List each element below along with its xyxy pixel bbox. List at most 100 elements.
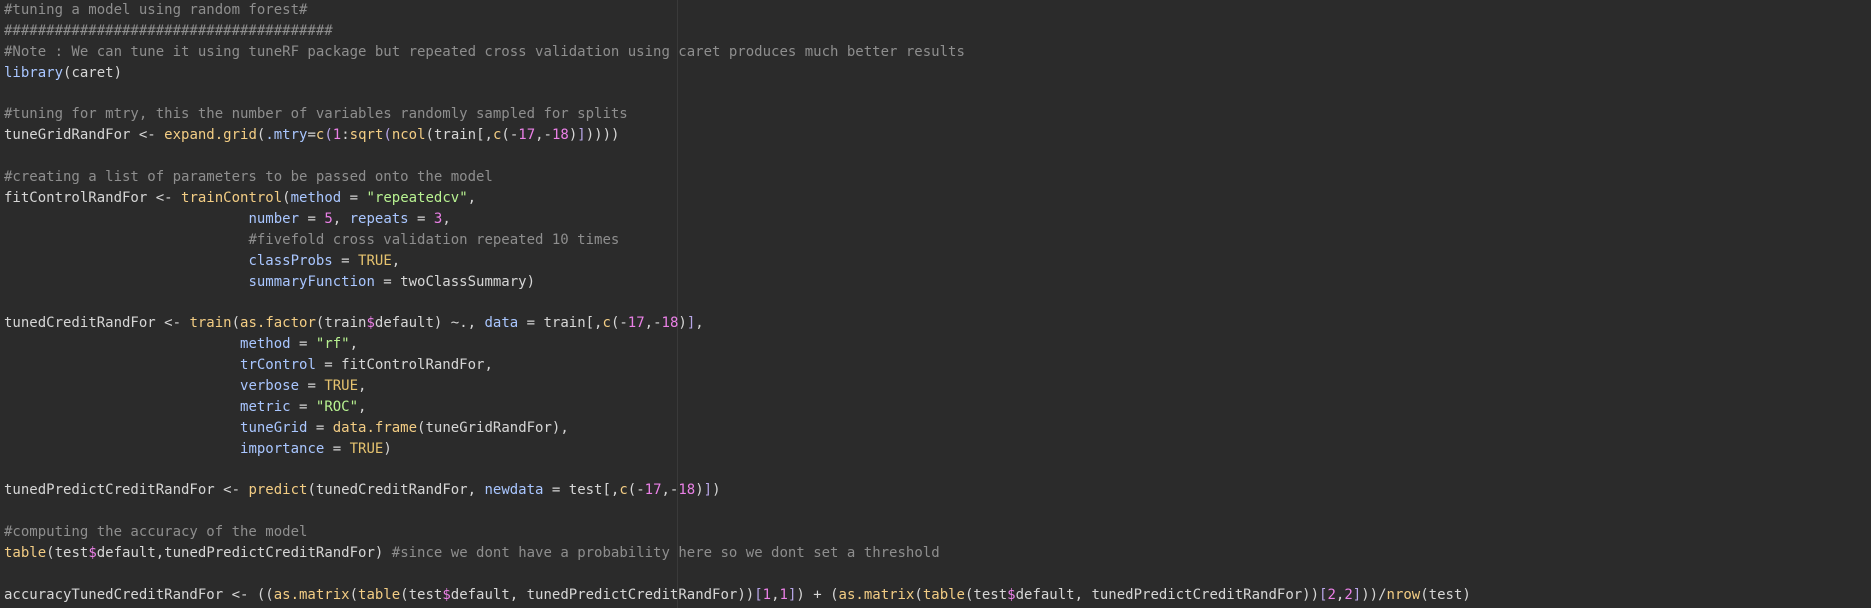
code-line[interactable] [4,501,1471,522]
code-token-op: = train[, [518,315,603,332]
code-token-paren: [ [754,586,763,603]
code-token-op: (- [627,482,645,499]
code-token-comment: #fivefold cross validation repeated 10 t… [248,231,620,248]
code-line[interactable]: #computing the accuracy of the model [4,522,1471,543]
code-token-op [4,211,248,227]
code-token-op [4,336,240,352]
code-token-const: TRUE [324,378,359,395]
code-token-op: accuracyTunedCreditRandFor <- (( [4,586,274,603]
code-token-op [4,274,248,290]
code-token-paren: ] [577,127,586,144]
code-token-fn: as.matrix [838,586,915,603]
code-line[interactable]: tuneGrid = data.frame(tuneGridRandFor), [4,418,1471,439]
code-token-op: ( [914,586,923,603]
code-token-op: (train[, [425,127,493,144]
code-token-op: (- [501,127,519,144]
code-token-str: "repeatedcv" [366,190,468,207]
code-token-paren: ] [1352,586,1362,603]
code-line[interactable]: method = "rf", [4,334,1471,355]
code-token-comment: #creating a list of parameters to be pas… [4,169,493,186]
code-token-fn: as.factor [240,315,316,332]
code-line[interactable] [4,460,1471,481]
code-token-dollar: $ [366,315,375,332]
code-token-op: ,- [644,315,662,332]
code-line[interactable] [4,564,1471,585]
code-line[interactable]: ####################################### [4,21,1471,42]
code-token-num: 1 [762,586,772,603]
code-line[interactable]: verbose = TRUE, [4,376,1471,397]
code-token-arg: number [248,210,300,227]
code-token-fn: c [619,482,628,499]
code-token-op [4,232,248,248]
code-token-op [4,420,240,436]
code-token-op: = [408,210,434,227]
code-token-op: , [771,586,780,603]
code-token-op: ) [712,482,721,499]
code-token-op: = [324,440,350,457]
code-line[interactable]: classProbs = TRUE, [4,251,1471,272]
code-token-op: ) [678,315,687,332]
code-line[interactable]: #fivefold cross validation repeated 10 t… [4,230,1471,251]
code-token-op: = [290,336,316,353]
code-token-arg: metric [240,398,291,415]
code-token-op: , [358,398,367,415]
code-area[interactable]: #tuning a model using random forest# ####… [4,0,1471,606]
code-token-op: default,tunedPredictCreditRandFor) [96,545,392,562]
code-token-arg: method [240,336,291,353]
code-token-op: = twoClassSummary) [374,273,536,290]
code-token-num: 18 [678,482,696,499]
code-token-op [4,378,240,394]
code-line[interactable]: #tuning a model using random forest# [4,0,1471,21]
code-token-fn: trainControl [181,190,283,207]
code-token-fn: nrow [1386,586,1421,603]
code-line[interactable]: number = 5, repeats = 3, [4,209,1471,230]
code-token-op: default, tunedPredictCreditRandFor)) [450,586,755,603]
code-token-op: = [290,398,316,415]
code-token-dollar: $ [442,586,451,603]
code-token-op: tunedPredictCreditRandFor <- [4,482,249,499]
code-token-num: 18 [661,315,679,332]
code-token-dollar: $ [88,545,97,562]
code-line[interactable]: fitControlRandFor <- trainControl(method… [4,188,1471,209]
code-token-op: : [341,127,350,144]
code-token-op: = [307,127,316,144]
code-line[interactable]: metric = "ROC", [4,397,1471,418]
code-line[interactable]: table(test$default,tunedPredictCreditRan… [4,543,1471,564]
code-token-const: TRUE [349,440,384,457]
code-token-op: ( [282,190,291,207]
code-line[interactable]: library(caret) [4,63,1471,84]
code-token-str: "ROC" [315,398,359,415]
code-token-op: (test) [1420,586,1471,603]
code-line[interactable]: trControl = fitControlRandFor, [4,355,1471,376]
code-line[interactable]: accuracyTunedCreditRandFor <- (( as.matri… [4,585,1471,606]
code-line[interactable] [4,146,1471,167]
code-token-comment: #Note : We can tune it using tuneRF pack… [4,43,965,60]
code-line[interactable]: #tuning for mtry, this the number of var… [4,104,1471,125]
code-line[interactable]: #creating a list of parameters to be pas… [4,167,1471,188]
code-token-op: )))) [585,127,620,144]
code-editor[interactable]: #tuning a model using random forest# ####… [0,0,1871,608]
code-line[interactable]: importance = TRUE) [4,439,1471,460]
code-token-op: tuneGridRandFor <- [4,127,165,144]
code-line[interactable]: summaryFunction = twoClassSummary) [4,272,1471,293]
code-token-fn: ncol [391,127,426,144]
code-token-arg: importance [240,440,325,457]
code-token-num: 2 [1344,586,1353,603]
code-token-op: ))/ [1361,586,1387,603]
code-line[interactable] [4,84,1471,105]
code-token-num: 5 [324,210,333,227]
code-token-num: 17 [627,315,645,332]
code-token-fn: table [4,545,47,562]
code-line[interactable]: tunedCreditRandFor <- train(as.factor(tr… [4,313,1471,334]
code-token-op [4,357,240,373]
code-line[interactable]: tuneGridRandFor <- expand.grid(.mtry=c(1… [4,125,1471,146]
code-token-paren: ( [383,127,392,144]
code-token-op: (test [965,586,1008,603]
code-token-fn: train [189,315,232,332]
code-token-op: ,- [535,127,552,144]
code-line[interactable]: tunedPredictCreditRandFor <- predict(tun… [4,480,1471,501]
code-token-op: , [332,210,350,227]
code-line[interactable] [4,292,1471,313]
code-line[interactable]: #Note : We can tune it using tuneRF pack… [4,42,1471,63]
code-token-op: tunedCreditRandFor <- [4,315,190,332]
